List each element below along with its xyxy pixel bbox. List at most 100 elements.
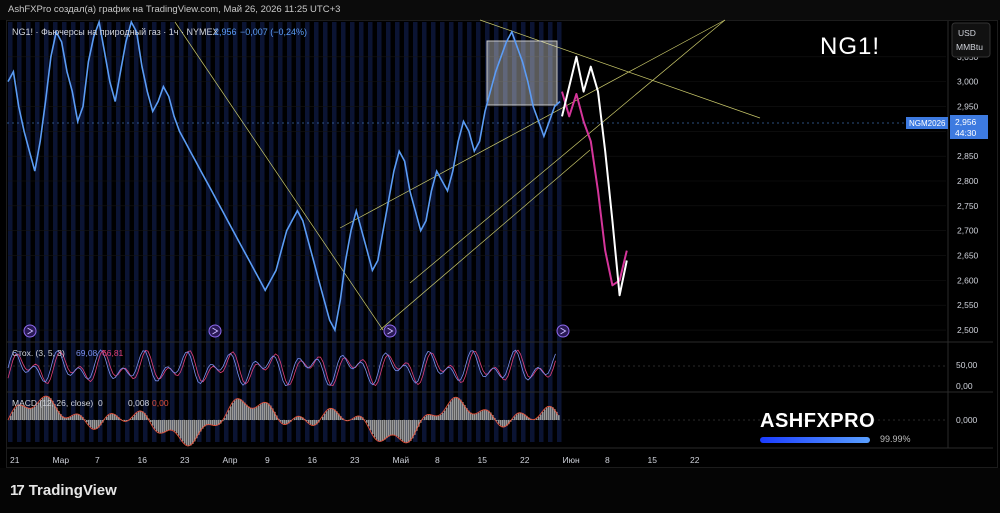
- macd-bar: [76, 413, 78, 420]
- macd-bar: [308, 420, 310, 423]
- macd-bar: [242, 400, 244, 420]
- macd-bar: [252, 408, 254, 420]
- macd-bar: [74, 414, 76, 420]
- macd-bar: [498, 420, 500, 424]
- macd-bar: [404, 420, 406, 443]
- session-band: [260, 22, 265, 442]
- session-band: [431, 22, 436, 442]
- macd-bar: [26, 407, 28, 420]
- macd-bar: [256, 407, 258, 420]
- macd-bar: [452, 399, 454, 420]
- time-tick-label: 21: [10, 455, 20, 465]
- macd-bar: [474, 414, 476, 420]
- macd-bar: [228, 410, 230, 420]
- session-band: [440, 22, 445, 442]
- time-tick-label: 15: [648, 455, 658, 465]
- macd-bar: [426, 415, 428, 420]
- session-band: [98, 22, 103, 442]
- brand-progress-bar: [760, 437, 870, 443]
- session-band: [449, 22, 454, 442]
- macd-bar: [388, 420, 390, 437]
- time-axis[interactable]: 21 Мар 7 16 23 Апр 9 16 23 Май 8 15 22 Июн 8 15 22: [10, 455, 700, 465]
- session-band: [386, 22, 391, 442]
- macd-bar: [284, 420, 286, 425]
- macd-bar: [448, 404, 450, 420]
- macd-bar: [298, 416, 300, 420]
- macd-bar: [232, 402, 234, 420]
- macd-bar: [172, 420, 174, 431]
- macd-bar: [368, 420, 370, 427]
- time-tick-label: 8: [605, 455, 610, 465]
- macd-bar: [30, 408, 32, 420]
- macd-bar: [236, 398, 238, 420]
- macd-value-c: 0,00: [152, 398, 169, 408]
- session-band: [17, 22, 22, 442]
- overlay-title: NG1!: [820, 33, 881, 60]
- macd-bar: [516, 414, 518, 420]
- macd-bar: [240, 399, 242, 420]
- session-band: [71, 22, 76, 442]
- macd-bar: [502, 420, 504, 427]
- macd-bar: [374, 420, 376, 438]
- session-band: [8, 22, 13, 442]
- macd-bar: [410, 420, 412, 441]
- session-band: [53, 22, 58, 442]
- macd-bar: [482, 410, 484, 420]
- event-marker: [383, 324, 397, 338]
- macd-bar: [180, 420, 182, 439]
- time-tick-label: 7: [95, 455, 100, 465]
- macd-bar: [208, 420, 210, 425]
- session-band: [341, 22, 346, 442]
- session-band: [296, 22, 301, 442]
- macd-bar: [542, 412, 544, 420]
- macd-bar: [134, 414, 136, 420]
- macd-bar: [392, 420, 394, 435]
- macd-bar: [384, 420, 386, 440]
- macd-bar: [88, 420, 90, 425]
- price-axis[interactable]: 3,0503,0002,9502,9002,8502,8002,7502,700…: [957, 52, 979, 335]
- session-band: [278, 22, 283, 442]
- macd-bar: [132, 417, 134, 420]
- tradingview-logo[interactable]: 17 TradingView: [10, 482, 117, 499]
- macd-bar: [440, 414, 442, 420]
- macd-bar: [158, 420, 160, 433]
- session-band: [287, 22, 292, 442]
- time-tick-label: Апр: [223, 455, 238, 465]
- session-band: [134, 22, 139, 442]
- macd-bar: [332, 408, 334, 420]
- macd-bar: [444, 410, 446, 420]
- brand-watermark: ASHFXPRO 99.99%: [760, 410, 920, 444]
- macd-bar: [166, 420, 168, 432]
- macd-bar: [394, 420, 396, 436]
- macd-bar: [24, 406, 26, 420]
- time-tick-label: 16: [138, 455, 148, 465]
- macd-bar: [268, 403, 270, 420]
- time-tick-label: 22: [690, 455, 700, 465]
- macd-bar: [460, 399, 462, 420]
- price-tick-label: 2,500: [957, 325, 979, 335]
- macd-bar: [484, 409, 486, 420]
- macd-bar: [230, 406, 232, 420]
- macd-bar: [248, 406, 250, 420]
- macd-bar: [408, 420, 410, 443]
- macd-bar: [188, 420, 190, 446]
- time-tick-label: 23: [350, 455, 360, 465]
- time-tick-label: Май: [393, 455, 410, 465]
- macd-bar: [386, 420, 388, 439]
- macd-bar: [16, 406, 18, 420]
- macd-bar: [370, 420, 372, 431]
- macd-bar: [478, 412, 480, 420]
- macd-bar: [558, 415, 560, 420]
- brand-name: ASHFXPRO: [760, 410, 876, 432]
- macd-bar: [160, 420, 162, 434]
- macd-bar: [258, 405, 260, 420]
- macd-bar: [190, 420, 192, 446]
- macd-bar: [138, 411, 140, 420]
- stoch-d-value: 66,81: [102, 348, 124, 358]
- tradingview-logo-text: TradingView: [28, 482, 117, 499]
- macd-bar: [174, 420, 176, 432]
- price-tick-label: 2,550: [957, 300, 979, 310]
- macd-bar: [108, 414, 110, 420]
- highlight-box: [486, 40, 558, 106]
- session-band: [314, 22, 319, 442]
